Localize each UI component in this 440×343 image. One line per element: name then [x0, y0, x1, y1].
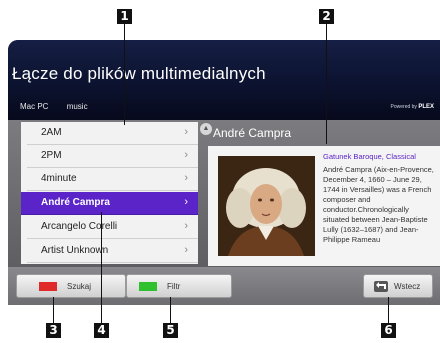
red-key-icon: [39, 282, 57, 291]
list-item-label: Artist Unknown: [41, 245, 109, 256]
scroll-arrows-icon[interactable]: ▲: [200, 123, 212, 135]
header: Łącze do plików multimedialnych Mac PC m…: [8, 40, 440, 120]
artist-list: 2AM › 2PM › 4minute › André Campra › Arc…: [21, 122, 198, 264]
chevron-right-icon: ›: [184, 220, 188, 232]
artist-portrait: [218, 156, 315, 256]
artist-description: André Campra (Aix-en-Provence, December …: [323, 165, 434, 244]
breadcrumb-item-folder[interactable]: music: [67, 102, 88, 111]
callout-marker-4: 4: [94, 323, 109, 338]
return-icon: [374, 281, 388, 292]
callout-marker-6: 6: [381, 323, 396, 338]
search-button[interactable]: Szukaj: [16, 274, 126, 298]
callout-leader-6: [388, 297, 389, 323]
portrait-image: [218, 156, 315, 256]
callout-marker-1: 1: [117, 9, 132, 24]
callout-leader-4: [101, 212, 102, 323]
list-item-selected[interactable]: André Campra ›: [21, 192, 198, 215]
genre-label: Gatunek Baroque, Classical: [323, 152, 416, 161]
breadcrumb-item-server[interactable]: Mac PC: [20, 102, 48, 111]
chevron-right-icon: ›: [184, 172, 188, 184]
media-link-screen: Łącze do plików multimedialnych Mac PC m…: [8, 40, 440, 305]
list-item[interactable]: 2AM ›: [27, 122, 198, 145]
detail-title: André Campra: [213, 126, 292, 140]
list-item-label: 4minute: [41, 173, 77, 184]
content-area: 2AM › 2PM › 4minute › André Campra › Arc…: [8, 120, 440, 267]
list-item-label: 2PM: [41, 150, 62, 161]
callout-leader-3: [53, 297, 54, 323]
callout-marker-3: 3: [46, 323, 61, 338]
breadcrumb: Mac PC music: [20, 102, 104, 111]
list-item-label: Arcangelo Corelli: [41, 221, 118, 232]
search-button-label: Szukaj: [67, 282, 92, 291]
list-item[interactable]: Arcangelo Corelli ›: [27, 216, 198, 239]
plex-logo: PLEX: [418, 104, 434, 110]
list-item[interactable]: 4minute ›: [27, 168, 198, 191]
back-button-label: Wstecz: [394, 282, 421, 291]
callout-leader-1: [124, 24, 125, 125]
callout-leader-2: [326, 24, 327, 144]
detail-panel: Gatunek Baroque, Classical André Campra …: [208, 146, 440, 266]
chevron-right-icon: ›: [184, 196, 188, 208]
list-item-label: André Campra: [41, 197, 110, 208]
filter-button-label: Filtr: [167, 282, 181, 291]
powered-by-prefix: Powered by: [390, 104, 417, 110]
green-key-icon: [139, 282, 157, 291]
back-button[interactable]: Wstecz: [363, 274, 433, 298]
filter-button[interactable]: Filtr: [126, 274, 232, 298]
callout-leader-5: [170, 297, 171, 323]
list-item-label: 2AM: [41, 127, 62, 138]
page-title: Łącze do plików multimedialnych: [12, 64, 266, 83]
callout-marker-2: 2: [319, 9, 334, 24]
list-item[interactable]: Artist Unknown ›: [27, 240, 198, 263]
powered-by-label: Powered by PLEX: [391, 104, 434, 110]
bottom-bar: Szukaj Filtr Wstecz: [8, 267, 440, 305]
list-item[interactable]: 2PM ›: [27, 145, 198, 168]
chevron-right-icon: ›: [184, 126, 188, 138]
chevron-right-icon: ›: [184, 244, 188, 256]
chevron-right-icon: ›: [184, 149, 188, 161]
callout-marker-5: 5: [163, 323, 178, 338]
